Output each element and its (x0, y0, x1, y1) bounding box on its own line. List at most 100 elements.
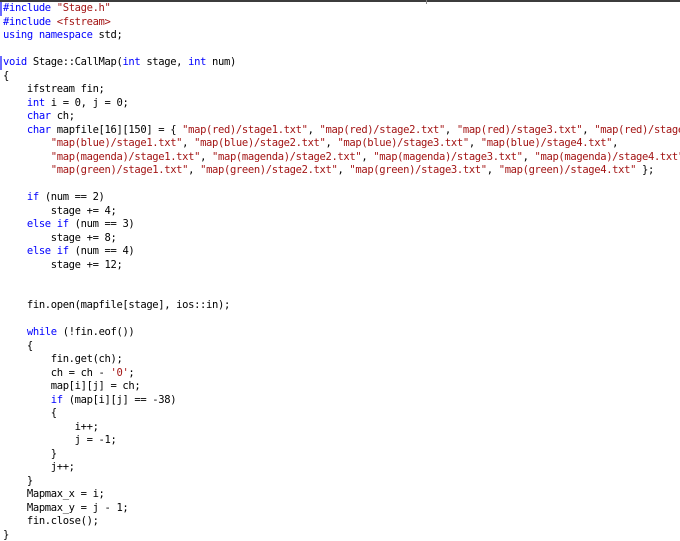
code-token: fin.close(); (3, 515, 99, 527)
code-line[interactable]: "map(green)/stage1.txt", "map(green)/sta… (0, 164, 680, 178)
keyword-token: while (26, 326, 63, 338)
code-token: Mapmax_y = j - 1; (3, 501, 129, 514)
string-token: <fstream> (56, 15, 111, 28)
code-line[interactable]: else if (num == 4) (0, 245, 680, 259)
code-token: j = -1; (3, 434, 117, 446)
code-line[interactable]: fin.get(ch); (0, 353, 680, 367)
code-token: , (325, 137, 338, 149)
string-token: "map(blue)/stage1.txt" (50, 137, 183, 149)
code-token: , (444, 123, 457, 136)
code-token: } (3, 447, 57, 460)
code-line[interactable]: map[i][j] = ch; (0, 380, 680, 394)
code-token: stage += 12; (3, 258, 123, 271)
code-line[interactable]: stage += 4; (0, 205, 680, 219)
code-token: fin.get(ch); (3, 353, 123, 365)
code-line[interactable] (0, 313, 680, 327)
code-line[interactable] (0, 43, 680, 57)
code-line[interactable]: void Stage::CallMap(int stage, int num) (0, 56, 680, 70)
string-token: "map(green)/stage3.txt" (349, 164, 487, 176)
code-token: mapfile[16][150] = { (56, 123, 183, 136)
code-token: , (361, 150, 374, 163)
code-editor[interactable]: #include "Stage.h" #include <fstream> usin… (0, 2, 680, 541)
code-token: , (612, 137, 619, 149)
code-line[interactable]: #include <fstream> (0, 16, 680, 30)
code-token: j++; (3, 461, 75, 473)
keyword-token: char (26, 110, 57, 122)
string-token: '0' (110, 366, 129, 379)
keyword-token: else if (26, 245, 75, 257)
code-token: } (3, 474, 33, 487)
code-token: , (307, 123, 320, 136)
string-token: "map(green)/stage4.txt" (498, 164, 637, 176)
string-token: "map(blue)/stage2.txt" (194, 137, 326, 149)
string-token: "map(blue)/stage3.txt" (337, 137, 469, 149)
code-line[interactable]: } (0, 529, 680, 541)
code-line[interactable]: { (0, 340, 680, 354)
code-line[interactable]: { (0, 407, 680, 421)
string-token: "Stage.h" (56, 2, 111, 14)
code-line[interactable]: j = -1; (0, 434, 680, 448)
code-token: ch = ch - (3, 366, 111, 379)
code-line[interactable]: char mapfile[16][150] = { "map(red)/stag… (0, 124, 680, 138)
code-token: ch; (56, 110, 75, 122)
string-token: "map(red)/stage2.txt" (319, 123, 446, 136)
code-line[interactable]: fin.close(); (0, 515, 680, 529)
line-marker (0, 2, 2, 16)
code-line[interactable]: Mapmax_x = i; (0, 488, 680, 502)
code-line[interactable] (0, 178, 680, 192)
code-token: , (182, 137, 195, 149)
code-line[interactable]: int i = 0, j = 0; (0, 97, 680, 111)
string-token: "map(red)/stage3.txt" (456, 123, 583, 136)
preprocessor-token: #include (3, 2, 57, 14)
code-line[interactable]: "map(blue)/stage1.txt", "map(blue)/stage… (0, 137, 680, 151)
string-token: "map(magenda)/stage2.txt" (212, 150, 362, 163)
keyword-token: void (3, 56, 33, 68)
code-line[interactable]: #include "Stage.h" (0, 2, 680, 16)
string-token: "map(magenda)/stage4.txt" (534, 150, 680, 163)
code-line[interactable]: char ch; (0, 110, 680, 124)
code-line[interactable]: else if (num == 3) (0, 218, 680, 232)
code-line[interactable] (0, 286, 680, 300)
code-line[interactable] (0, 272, 680, 286)
code-token: }; (636, 164, 654, 176)
string-token: "map(red)/stage4.txt" (594, 123, 680, 136)
code-token: ; (128, 366, 135, 379)
code-line[interactable]: while (!fin.eof()) (0, 326, 680, 340)
code-token: } (3, 528, 9, 541)
keyword-token: int (122, 56, 147, 68)
code-token: , (200, 150, 213, 163)
string-token: "map(blue)/stage4.txt" (480, 137, 613, 149)
code-line[interactable]: "map(magenda)/stage1.txt", "map(magenda)… (0, 151, 680, 165)
code-line[interactable]: i++; (0, 421, 680, 435)
code-line[interactable]: { (0, 70, 680, 84)
keyword-token: if (50, 393, 69, 406)
code-line[interactable]: ifstream fin; (0, 83, 680, 97)
code-line[interactable]: fin.open(mapfile[stage], ios::in); (0, 299, 680, 313)
keyword-token: char (26, 123, 57, 136)
code-line[interactable]: if (num == 2) (0, 191, 680, 205)
code-line[interactable]: using namespace std; (0, 29, 680, 43)
code-token: , (582, 123, 595, 136)
code-line[interactable]: stage += 8; (0, 232, 680, 246)
keyword-token: int (188, 56, 213, 68)
code-line[interactable]: stage += 12; (0, 259, 680, 273)
code-line[interactable]: Mapmax_y = j - 1; (0, 502, 680, 516)
code-line[interactable]: } (0, 448, 680, 462)
code-line[interactable]: } (0, 475, 680, 489)
code-line[interactable]: if (map[i][j] == -38) (0, 394, 680, 408)
code-token: stage += 4; (3, 204, 117, 217)
code-token: fin.open(mapfile[stage], ios::in); (3, 299, 230, 311)
keyword-token: using namespace (3, 29, 99, 41)
code-line[interactable]: j++; (0, 461, 680, 475)
code-line[interactable]: ch = ch - '0'; (0, 367, 680, 381)
code-token: , (522, 150, 535, 163)
